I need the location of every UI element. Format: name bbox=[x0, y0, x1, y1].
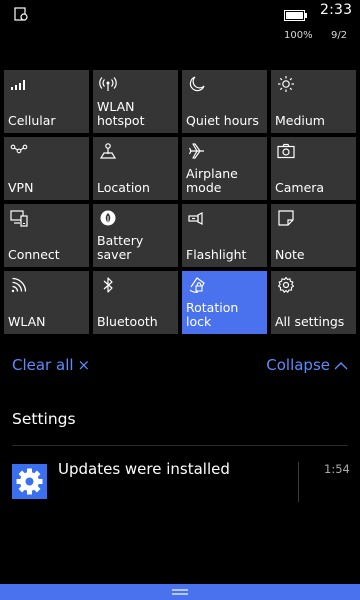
tile-quiet-hours[interactable]: Quiet hours bbox=[182, 70, 267, 133]
tile-location[interactable]: Location bbox=[93, 137, 178, 200]
note-icon bbox=[277, 209, 295, 227]
tile-label: Note bbox=[275, 247, 305, 262]
tile-battery-saver[interactable]: Battery saver bbox=[93, 204, 178, 267]
action-center-handle[interactable] bbox=[0, 584, 360, 600]
hotspot-icon bbox=[99, 75, 117, 93]
location-icon bbox=[99, 142, 117, 160]
battery-percentage: 100% bbox=[284, 30, 313, 41]
tile-label: Bluetooth bbox=[97, 314, 158, 329]
status-bar: 2:33 100% 9/2 bbox=[0, 0, 360, 52]
clear-all-label: Clear all bbox=[12, 356, 74, 374]
tile-brightness[interactable]: Medium bbox=[271, 70, 356, 133]
flashlight-icon bbox=[188, 209, 206, 227]
collapse-label: Collapse bbox=[266, 356, 330, 374]
wifi-icon bbox=[10, 276, 28, 294]
notification-title: Updates were installed bbox=[58, 460, 230, 478]
collapse-button[interactable]: Collapse bbox=[266, 356, 348, 374]
battery-icon bbox=[284, 6, 308, 21]
tile-label: All settings bbox=[275, 314, 345, 329]
tile-label: Camera bbox=[275, 180, 325, 195]
tile-camera[interactable]: Camera bbox=[271, 137, 356, 200]
airplane-icon bbox=[188, 142, 206, 160]
moon-icon bbox=[188, 75, 206, 93]
connect-icon bbox=[10, 209, 28, 227]
camera-icon bbox=[277, 142, 295, 160]
status-date: 9/2 bbox=[331, 30, 348, 41]
clear-all-button[interactable]: Clear all × bbox=[12, 356, 90, 374]
quick-actions-grid: Cellular WLAN hotspot Quiet hours Medium… bbox=[4, 70, 356, 334]
divider bbox=[12, 445, 348, 446]
tile-label: WLAN hotspot bbox=[97, 99, 145, 128]
settings-gear-icon bbox=[12, 464, 47, 499]
notification-item[interactable]: Updates were installed 1:54 bbox=[0, 452, 360, 504]
tile-label: Quiet hours bbox=[186, 113, 259, 128]
tile-label: Rotation lock bbox=[186, 300, 239, 329]
tile-note[interactable]: Note bbox=[271, 204, 356, 267]
close-icon: × bbox=[77, 356, 91, 374]
status-time: 2:33 bbox=[320, 2, 353, 18]
battery-saver-icon bbox=[99, 209, 117, 227]
tile-all-settings[interactable]: All settings bbox=[271, 271, 356, 334]
tile-label: Airplane mode bbox=[186, 166, 238, 195]
notification-actions: Clear all × Collapse bbox=[0, 354, 360, 378]
tile-rotation-lock[interactable]: Rotation lock bbox=[182, 271, 267, 334]
tile-wlan-hotspot[interactable]: WLAN hotspot bbox=[93, 70, 178, 133]
notification-settings-icon bbox=[14, 6, 28, 21]
vpn-icon bbox=[10, 142, 28, 160]
tile-connect[interactable]: Connect bbox=[4, 204, 89, 267]
drag-handle-icon bbox=[172, 589, 188, 595]
brightness-icon bbox=[277, 75, 295, 93]
notification-group-title: Settings bbox=[12, 410, 76, 428]
tile-label: Location bbox=[97, 180, 150, 195]
notification-time: 1:54 bbox=[324, 462, 350, 476]
tile-label: Medium bbox=[275, 113, 325, 128]
tile-label: VPN bbox=[8, 180, 34, 195]
tile-airplane-mode[interactable]: Airplane mode bbox=[182, 137, 267, 200]
chevron-up-icon bbox=[334, 356, 348, 374]
tile-vpn[interactable]: VPN bbox=[4, 137, 89, 200]
signal-bars-icon bbox=[10, 75, 28, 93]
tile-cellular[interactable]: Cellular bbox=[4, 70, 89, 133]
divider bbox=[298, 462, 299, 502]
bluetooth-icon bbox=[99, 276, 117, 294]
gear-icon bbox=[277, 276, 295, 294]
tile-label: Connect bbox=[8, 247, 60, 262]
tile-bluetooth[interactable]: Bluetooth bbox=[93, 271, 178, 334]
tile-label: Cellular bbox=[8, 113, 56, 128]
tile-wlan[interactable]: WLAN bbox=[4, 271, 89, 334]
rotation-lock-icon bbox=[188, 276, 206, 294]
tile-label: WLAN bbox=[8, 314, 46, 329]
tile-flashlight[interactable]: Flashlight bbox=[182, 204, 267, 267]
tile-label: Flashlight bbox=[186, 247, 247, 262]
tile-label: Battery saver bbox=[97, 233, 144, 262]
